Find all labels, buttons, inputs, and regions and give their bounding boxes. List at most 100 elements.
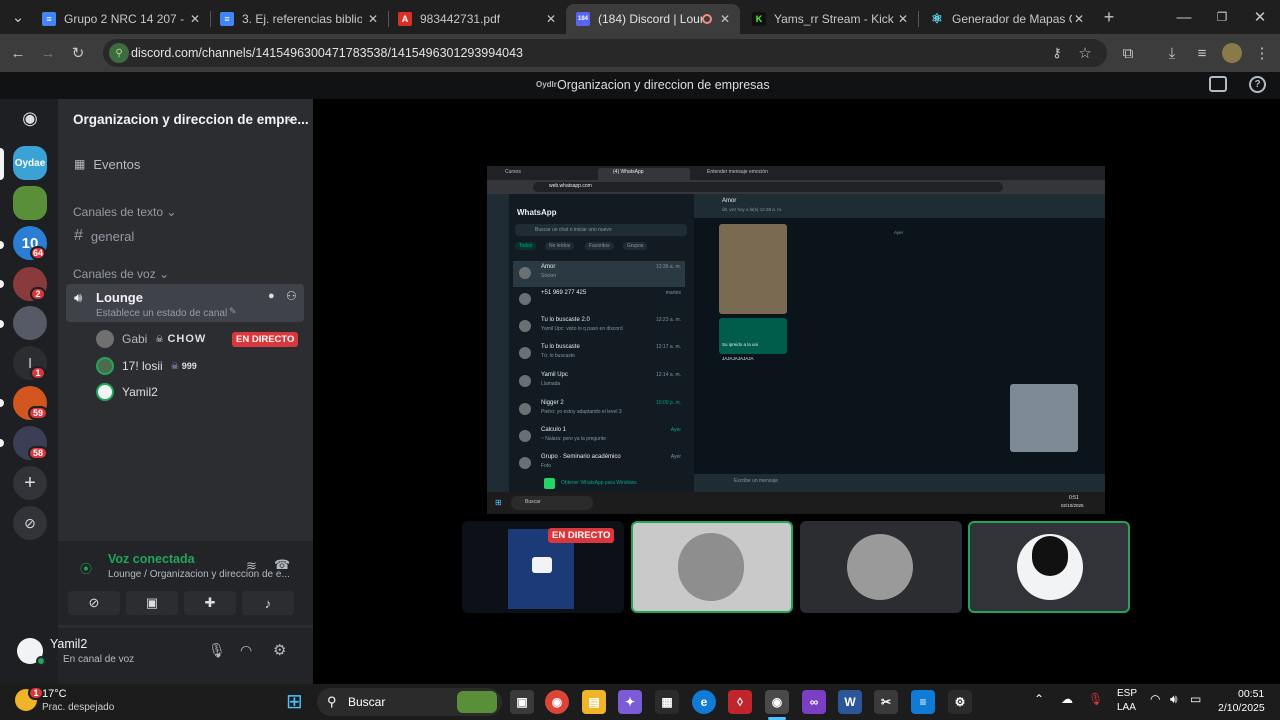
back-icon[interactable]: ← xyxy=(8,43,28,63)
discord-home-icon[interactable]: ◉ xyxy=(13,101,47,135)
share-screen-button[interactable]: ▣ xyxy=(126,591,178,615)
camera-off-button[interactable]: ⊘ xyxy=(68,591,120,615)
password-key-icon[interactable]: ⚷ xyxy=(1047,43,1067,63)
download-icon[interactable]: ⤓ xyxy=(1162,43,1182,63)
channel-lounge[interactable]: 🔊︎ Lounge Establece un estado de canal ✎… xyxy=(66,284,304,322)
voice-status-subtitle[interactable]: Lounge / Organizacion y direccion de e..… xyxy=(108,569,290,580)
forward-icon[interactable]: → xyxy=(38,43,58,63)
events-row[interactable]: ▦ Eventos xyxy=(66,151,306,177)
profile-avatar[interactable] xyxy=(1222,43,1242,63)
tab-search-icon[interactable]: ⌄ xyxy=(8,7,28,27)
store-icon[interactable]: ▦ xyxy=(655,690,679,714)
close-icon[interactable]: ✕ xyxy=(720,12,730,26)
user-name: 17! losii xyxy=(122,359,163,373)
browser-tab-6[interactable]: ⚛ Generador de Mapas C++ ✕ xyxy=(920,4,1094,34)
app-icon[interactable]: ⚙ xyxy=(948,690,972,714)
channel-general[interactable]: # general xyxy=(66,223,306,249)
server-5[interactable] xyxy=(13,306,47,340)
bookmark-star-icon[interactable]: ☆ xyxy=(1075,43,1095,63)
task-view-icon[interactable]: ▣ xyxy=(510,690,534,714)
address-bar[interactable]: ⚲ discord.com/channels/14154963004717835… xyxy=(103,39,1107,67)
wa-chat-item: +51 969 277 425 martes xyxy=(513,287,685,313)
wifi-icon[interactable]: ◠ xyxy=(1150,692,1160,706)
visual-studio-icon[interactable]: ∞ xyxy=(802,690,826,714)
guild-header[interactable]: Organizacion y direccion de empre... ⌄ xyxy=(58,99,313,139)
close-window-icon[interactable]: ✕ xyxy=(1250,7,1270,27)
microphone-in-use-icon[interactable]: 🎙︎ xyxy=(1088,692,1103,706)
antivirus-icon[interactable]: ◊ xyxy=(728,690,752,714)
close-icon[interactable]: ✕ xyxy=(546,12,556,26)
new-tab-icon[interactable]: + xyxy=(1099,7,1119,27)
close-icon[interactable]: ✕ xyxy=(190,12,200,26)
minimize-icon[interactable]: — xyxy=(1174,7,1194,27)
chat-bubble-icon[interactable]: ● xyxy=(268,290,275,302)
headphones-icon[interactable]: ◠ xyxy=(240,642,252,659)
soundboard-button[interactable]: ♪ xyxy=(242,591,294,615)
copilot-icon[interactable]: ✦ xyxy=(618,690,642,714)
taskbar-search[interactable]: ⚲ Buscar xyxy=(317,688,502,716)
pencil-icon[interactable]: ✎ xyxy=(229,306,237,317)
voice-category[interactable]: Canales de voz ⌄ xyxy=(73,267,169,281)
browser-tab-5[interactable]: K Yams_rr Stream - Kick Dash ✕ xyxy=(742,4,918,34)
chrome-active-icon[interactable]: ◉ xyxy=(765,690,789,714)
reload-icon[interactable]: ↻ xyxy=(68,43,88,63)
weather-temp[interactable]: 17°C xyxy=(42,688,67,700)
user-tile-yamil2[interactable] xyxy=(968,521,1130,613)
media-control-icon[interactable]: ≡ xyxy=(1192,43,1212,63)
file-explorer-icon[interactable]: ▤ xyxy=(582,690,606,714)
edge-icon[interactable]: e xyxy=(692,690,716,714)
snipping-tool-icon[interactable]: ✂ xyxy=(874,690,898,714)
sticker-monkey-image xyxy=(719,224,787,314)
url-text[interactable]: discord.com/channels/1415496300471783538… xyxy=(131,46,523,60)
add-server-icon[interactable]: + xyxy=(13,466,47,500)
notepad-icon[interactable]: ≡ xyxy=(911,690,935,714)
microphone-icon[interactable]: 🎙︎ xyxy=(208,642,226,659)
popout-icon[interactable] xyxy=(1209,76,1227,92)
settings-gear-icon[interactable]: ⚙ xyxy=(273,641,286,659)
user-tile-losii[interactable] xyxy=(631,521,793,613)
browser-tab-4-active[interactable]: 184 (184) Discord | Lounge ✕ xyxy=(566,4,740,34)
close-icon[interactable]: ✕ xyxy=(368,12,378,26)
voice-user-losii[interactable]: 17! losii ☠ 999 xyxy=(96,356,197,376)
server-2[interactable] xyxy=(13,186,47,220)
close-icon[interactable]: ✕ xyxy=(1074,12,1084,26)
noise-suppression-icon[interactable]: ≋ xyxy=(246,558,257,574)
browser-tab-3[interactable]: A 983442731.pdf ✕ xyxy=(388,4,566,34)
user-status: En canal de voz xyxy=(63,654,135,665)
weather-desc[interactable]: Prac. despejado xyxy=(42,702,114,713)
voice-status-title[interactable]: Voz conectada xyxy=(108,552,195,566)
close-icon[interactable]: ✕ xyxy=(898,12,908,26)
voice-user-gabi[interactable]: Gabi ☠ CHOW xyxy=(96,329,206,349)
windows-start-icon[interactable]: ⊞ xyxy=(286,690,303,714)
user-tile-3[interactable] xyxy=(800,521,962,613)
signal-icon[interactable]: ⦿ xyxy=(80,560,92,577)
menu-dots-icon[interactable]: ⋮ xyxy=(1252,43,1272,63)
discover-compass-icon[interactable]: ⊘ xyxy=(13,506,47,540)
clock-time[interactable]: 00:51 xyxy=(1238,688,1264,700)
clock-date[interactable]: 2/10/2025 xyxy=(1218,702,1265,714)
server-oydae[interactable]: Oydae xyxy=(13,146,47,180)
user-name[interactable]: Yamil2 xyxy=(50,637,87,651)
onedrive-icon[interactable]: ☁ xyxy=(1061,692,1073,706)
language-bottom[interactable]: LAA xyxy=(1117,702,1136,713)
chevron-up-icon[interactable]: ⌃ xyxy=(1034,692,1044,706)
browser-tab-2[interactable]: ≡ 3. Ej. referencias bibliográfi ✕ xyxy=(210,4,388,34)
browser-tab-1[interactable]: ≡ Grupo 2 NRC 14 207 - Doc ✕ xyxy=(32,4,210,34)
site-info-icon[interactable]: ⚲ xyxy=(109,43,129,63)
word-icon[interactable]: W xyxy=(838,690,862,714)
help-icon[interactable]: ? xyxy=(1249,76,1266,93)
invite-user-icon[interactable]: ⚇ xyxy=(286,289,297,303)
language-top[interactable]: ESP xyxy=(1117,688,1137,699)
disconnect-icon[interactable]: ☎ xyxy=(274,557,290,573)
activity-button[interactable]: ✚ xyxy=(184,591,236,615)
maximize-icon[interactable]: ❐ xyxy=(1212,7,1232,27)
battery-icon[interactable]: ▭ xyxy=(1190,692,1201,706)
avatar xyxy=(678,533,744,601)
channel-status[interactable]: Establece un estado de canal xyxy=(96,308,227,319)
voice-user-yamil2[interactable]: Yamil2 xyxy=(96,382,158,402)
chrome-icon[interactable]: ◉ xyxy=(545,690,569,714)
volume-icon[interactable]: 🔊︎ xyxy=(1170,692,1178,707)
stream-tile-gabi[interactable]: EN DIRECTO xyxy=(462,521,624,613)
text-category[interactable]: Canales de texto ⌄ xyxy=(73,205,176,219)
extensions-icon[interactable]: ⧉ xyxy=(1118,43,1138,63)
